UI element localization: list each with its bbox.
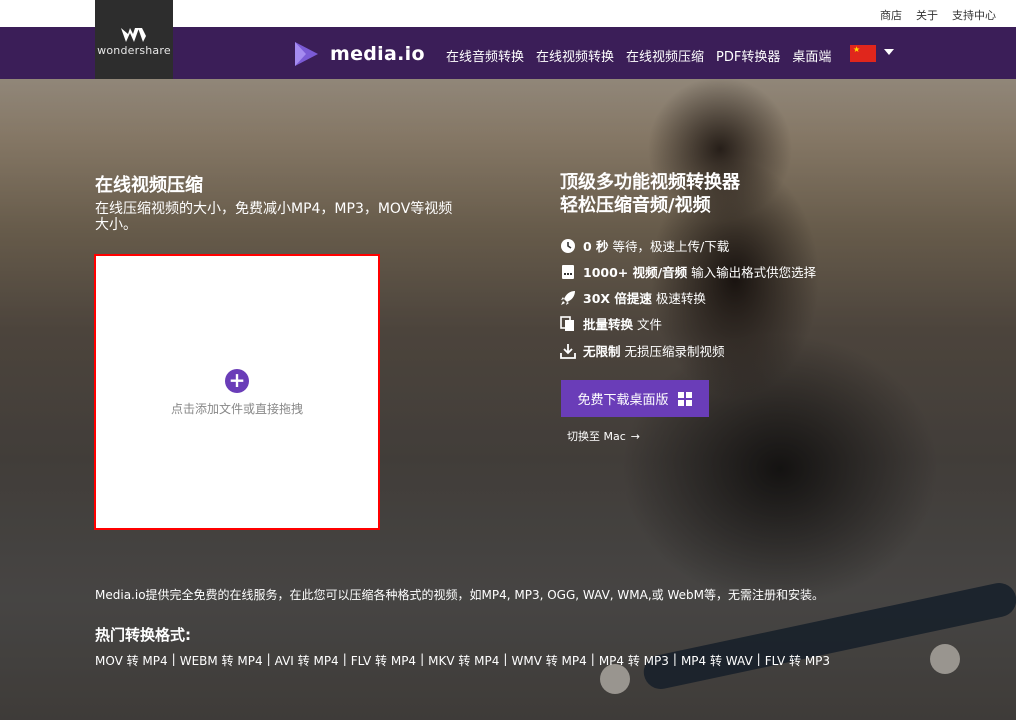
play-logo-icon (295, 42, 318, 66)
file-icon (562, 264, 574, 279)
format-link[interactable]: MP4 转 MP3 (599, 652, 669, 669)
feature-text: 文件 (637, 317, 663, 332)
separator: | (342, 652, 347, 666)
feature-item: 无限制 无损压缩录制视频 (560, 341, 725, 360)
separator: | (590, 652, 595, 666)
mac-link-text: 切换至 Mac (567, 430, 626, 443)
switch-to-mac-link[interactable]: 切换至 Mac → (567, 428, 640, 444)
feature-bold: 批量转换 (583, 317, 634, 332)
feature-bold: 1000+ 视频/音频 (583, 265, 688, 280)
feature-text: 等待，极速上传/下载 (612, 239, 730, 254)
popular-formats-title: 热门转换格式: (95, 626, 191, 644)
about-link[interactable]: 关于 (916, 7, 938, 23)
format-link[interactable]: FLV 转 MP3 (765, 652, 830, 669)
separator: | (420, 652, 425, 666)
feature-text: 无损压缩录制视频 (624, 344, 725, 359)
china-flag-icon[interactable]: ★ (850, 45, 876, 62)
wondershare-logo[interactable]: wondershare (95, 0, 173, 79)
clock-icon (561, 238, 575, 253)
add-file-icon[interactable]: + (225, 369, 249, 393)
format-link[interactable]: WEBM 转 MP4 (180, 652, 263, 669)
service-description: Media.io提供完全免费的在线服务，在此您可以压缩各种格式的视频，如MP4,… (95, 588, 824, 602)
separator: | (672, 652, 677, 666)
menu-item-video-compressor[interactable]: 在线视频压缩 (626, 46, 704, 65)
page-subtitle: 在线压缩视频的大小，免费减小MP4，MP3，MOV等视频大小。 (95, 201, 453, 233)
promo-title-line1: 顶级多功能视频转换器 (560, 172, 740, 193)
feature-item: 0 秒 等待，极速上传/下载 (560, 236, 729, 255)
format-link[interactable]: WMV 转 MP4 (511, 652, 586, 669)
feature-text: 输入输出格式供您选择 (691, 265, 817, 280)
format-link[interactable]: FLV 转 MP4 (351, 652, 416, 669)
download-button-label: 免费下载桌面版 (577, 393, 669, 408)
promo-title-line2: 轻松压缩音频/视频 (560, 195, 711, 216)
separator: | (171, 652, 176, 666)
feature-bold: 30X 倍提速 (583, 291, 652, 306)
popular-formats-list: MOV 转 MP4 | WEBM 转 MP4 | AVI 转 MP4 | FLV 转 … (95, 652, 830, 669)
page-title: 在线视频压缩 (95, 175, 203, 196)
separator: | (756, 652, 761, 666)
format-link[interactable]: MP4 转 WAV (681, 652, 753, 669)
logo-text: media.io (330, 43, 425, 65)
separator: | (503, 652, 508, 666)
mediaio-logo[interactable]: media.io (292, 40, 425, 68)
brand-text: wondershare (97, 44, 171, 57)
promo-title: 顶级多功能视频转换器 轻松压缩音频/视频 (560, 171, 740, 217)
menu-item-video-converter[interactable]: 在线视频转换 (536, 46, 614, 65)
wondershare-icon (121, 28, 146, 42)
feature-item: 1000+ 视频/音频 输入输出格式供您选择 (560, 262, 816, 281)
feature-item: 30X 倍提速 极速转换 (560, 288, 706, 307)
feature-item: 批量转换 文件 (560, 314, 662, 333)
download-desktop-button[interactable]: 免费下载桌面版 (561, 380, 709, 417)
format-link[interactable]: MOV 转 MP4 (95, 652, 168, 669)
menu-item-pdf-converter[interactable]: PDF转换器 (716, 46, 780, 65)
feature-bold: 0 秒 (583, 239, 609, 254)
feature-bold: 无限制 (583, 344, 621, 359)
store-link[interactable]: 商店 (880, 7, 902, 23)
menu-item-desktop[interactable]: 桌面端 (792, 46, 831, 65)
format-link[interactable]: AVI 转 MP4 (275, 652, 339, 669)
download-icon (560, 343, 576, 359)
support-link[interactable]: 支持中心 (952, 7, 996, 23)
arrow-right-icon: → (630, 429, 640, 443)
language-caret-icon[interactable] (884, 49, 894, 55)
menu-item-audio-converter[interactable]: 在线音频转换 (446, 46, 524, 65)
top-links: 商店 关于 支持中心 (880, 7, 996, 23)
format-link[interactable]: MKV 转 MP4 (428, 652, 499, 669)
flag-star-icon: ★ (853, 45, 861, 54)
copy-icon (560, 315, 574, 331)
rocket-icon (561, 290, 575, 305)
upload-hint[interactable]: 点击添加文件或直接拖拽 (94, 400, 380, 417)
separator: | (266, 652, 271, 666)
nav-menu: 在线音频转换 在线视频转换 在线视频压缩 PDF转换器 桌面端 (446, 46, 831, 65)
windows-icon (677, 391, 692, 406)
feature-text: 极速转换 (655, 291, 706, 306)
